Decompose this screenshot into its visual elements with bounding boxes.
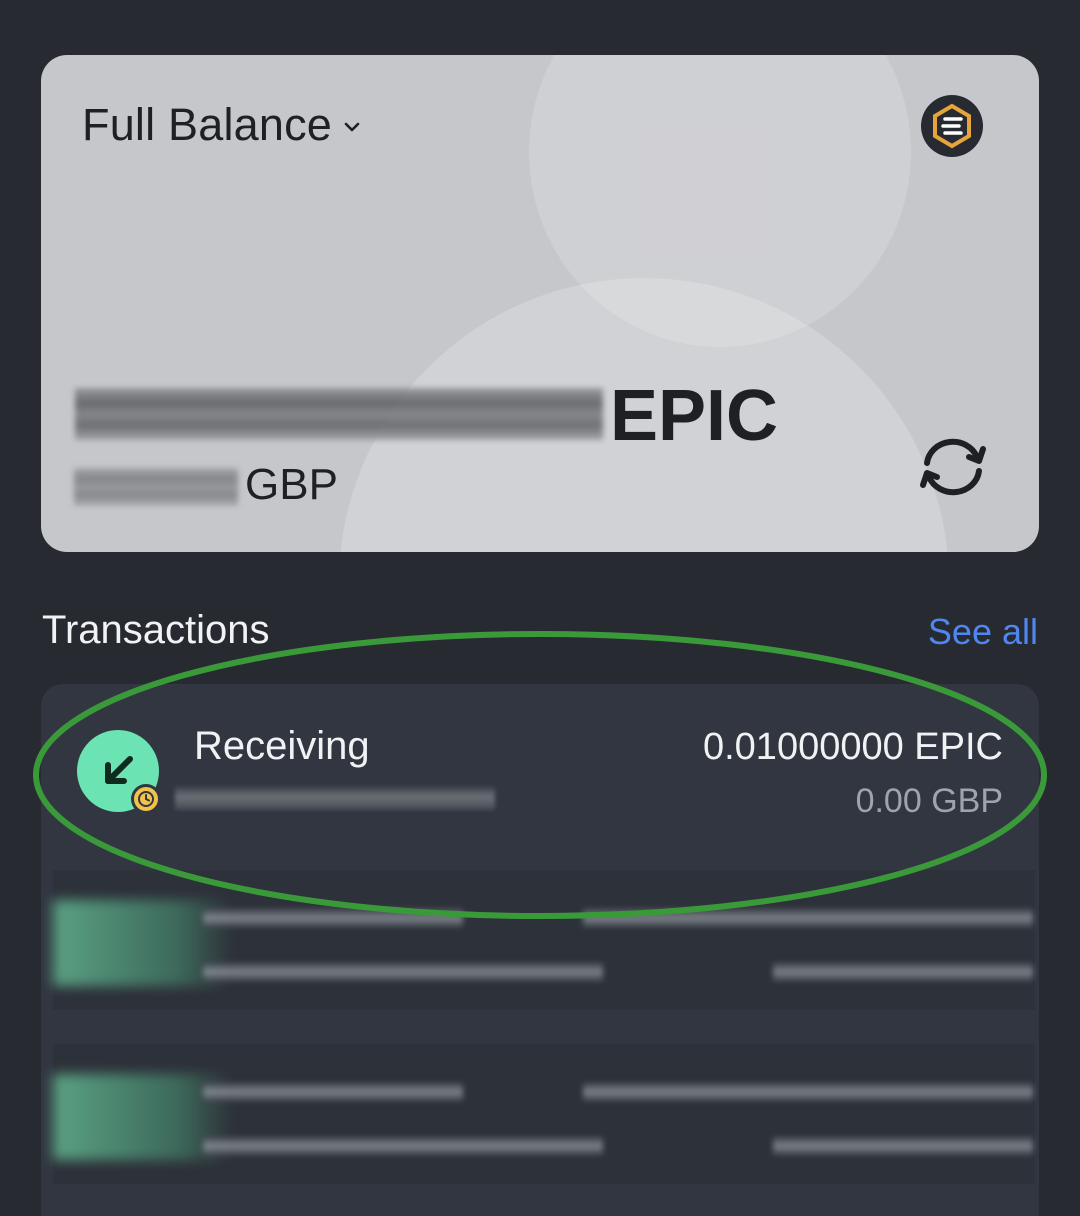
epic-logo-icon [933,103,971,149]
wallet-screen: Full Balance EPIC GBP Transactions See a… [0,0,1080,1216]
arrow-down-left-icon [105,756,133,784]
balance-card: Full Balance EPIC GBP [41,55,1039,552]
balance-type-selector[interactable]: Full Balance [82,99,362,151]
chevron-down-icon [344,122,360,132]
transactions-list: Receiving 0.01000000 EPIC 0.00 GBP [41,684,1039,1216]
refresh-icon[interactable] [913,433,993,499]
transaction-type: Receiving [194,724,370,768]
transactions-heading: Transactions [42,608,270,652]
card-decoration-circle [529,55,911,347]
redacted-transaction-date [175,786,495,810]
crypto-unit-label: EPIC [610,376,779,456]
redacted-fiat-balance [74,468,238,506]
balance-type-label: Full Balance [82,99,333,150]
pending-clock-icon [131,784,161,814]
transaction-amount: 0.01000000 EPIC [702,726,1003,768]
fiat-unit-label: GBP [245,460,338,509]
redacted-transaction-row[interactable] [53,1044,1035,1184]
see-all-link[interactable]: See all [928,611,1038,653]
epic-coin-logo [921,95,983,157]
transaction-row[interactable]: Receiving 0.01000000 EPIC 0.00 GBP [41,684,1039,820]
transaction-fiat-value: 0.00 GBP [855,782,1003,820]
redacted-transaction-row[interactable] [53,870,1035,1010]
redacted-crypto-balance [75,388,603,440]
